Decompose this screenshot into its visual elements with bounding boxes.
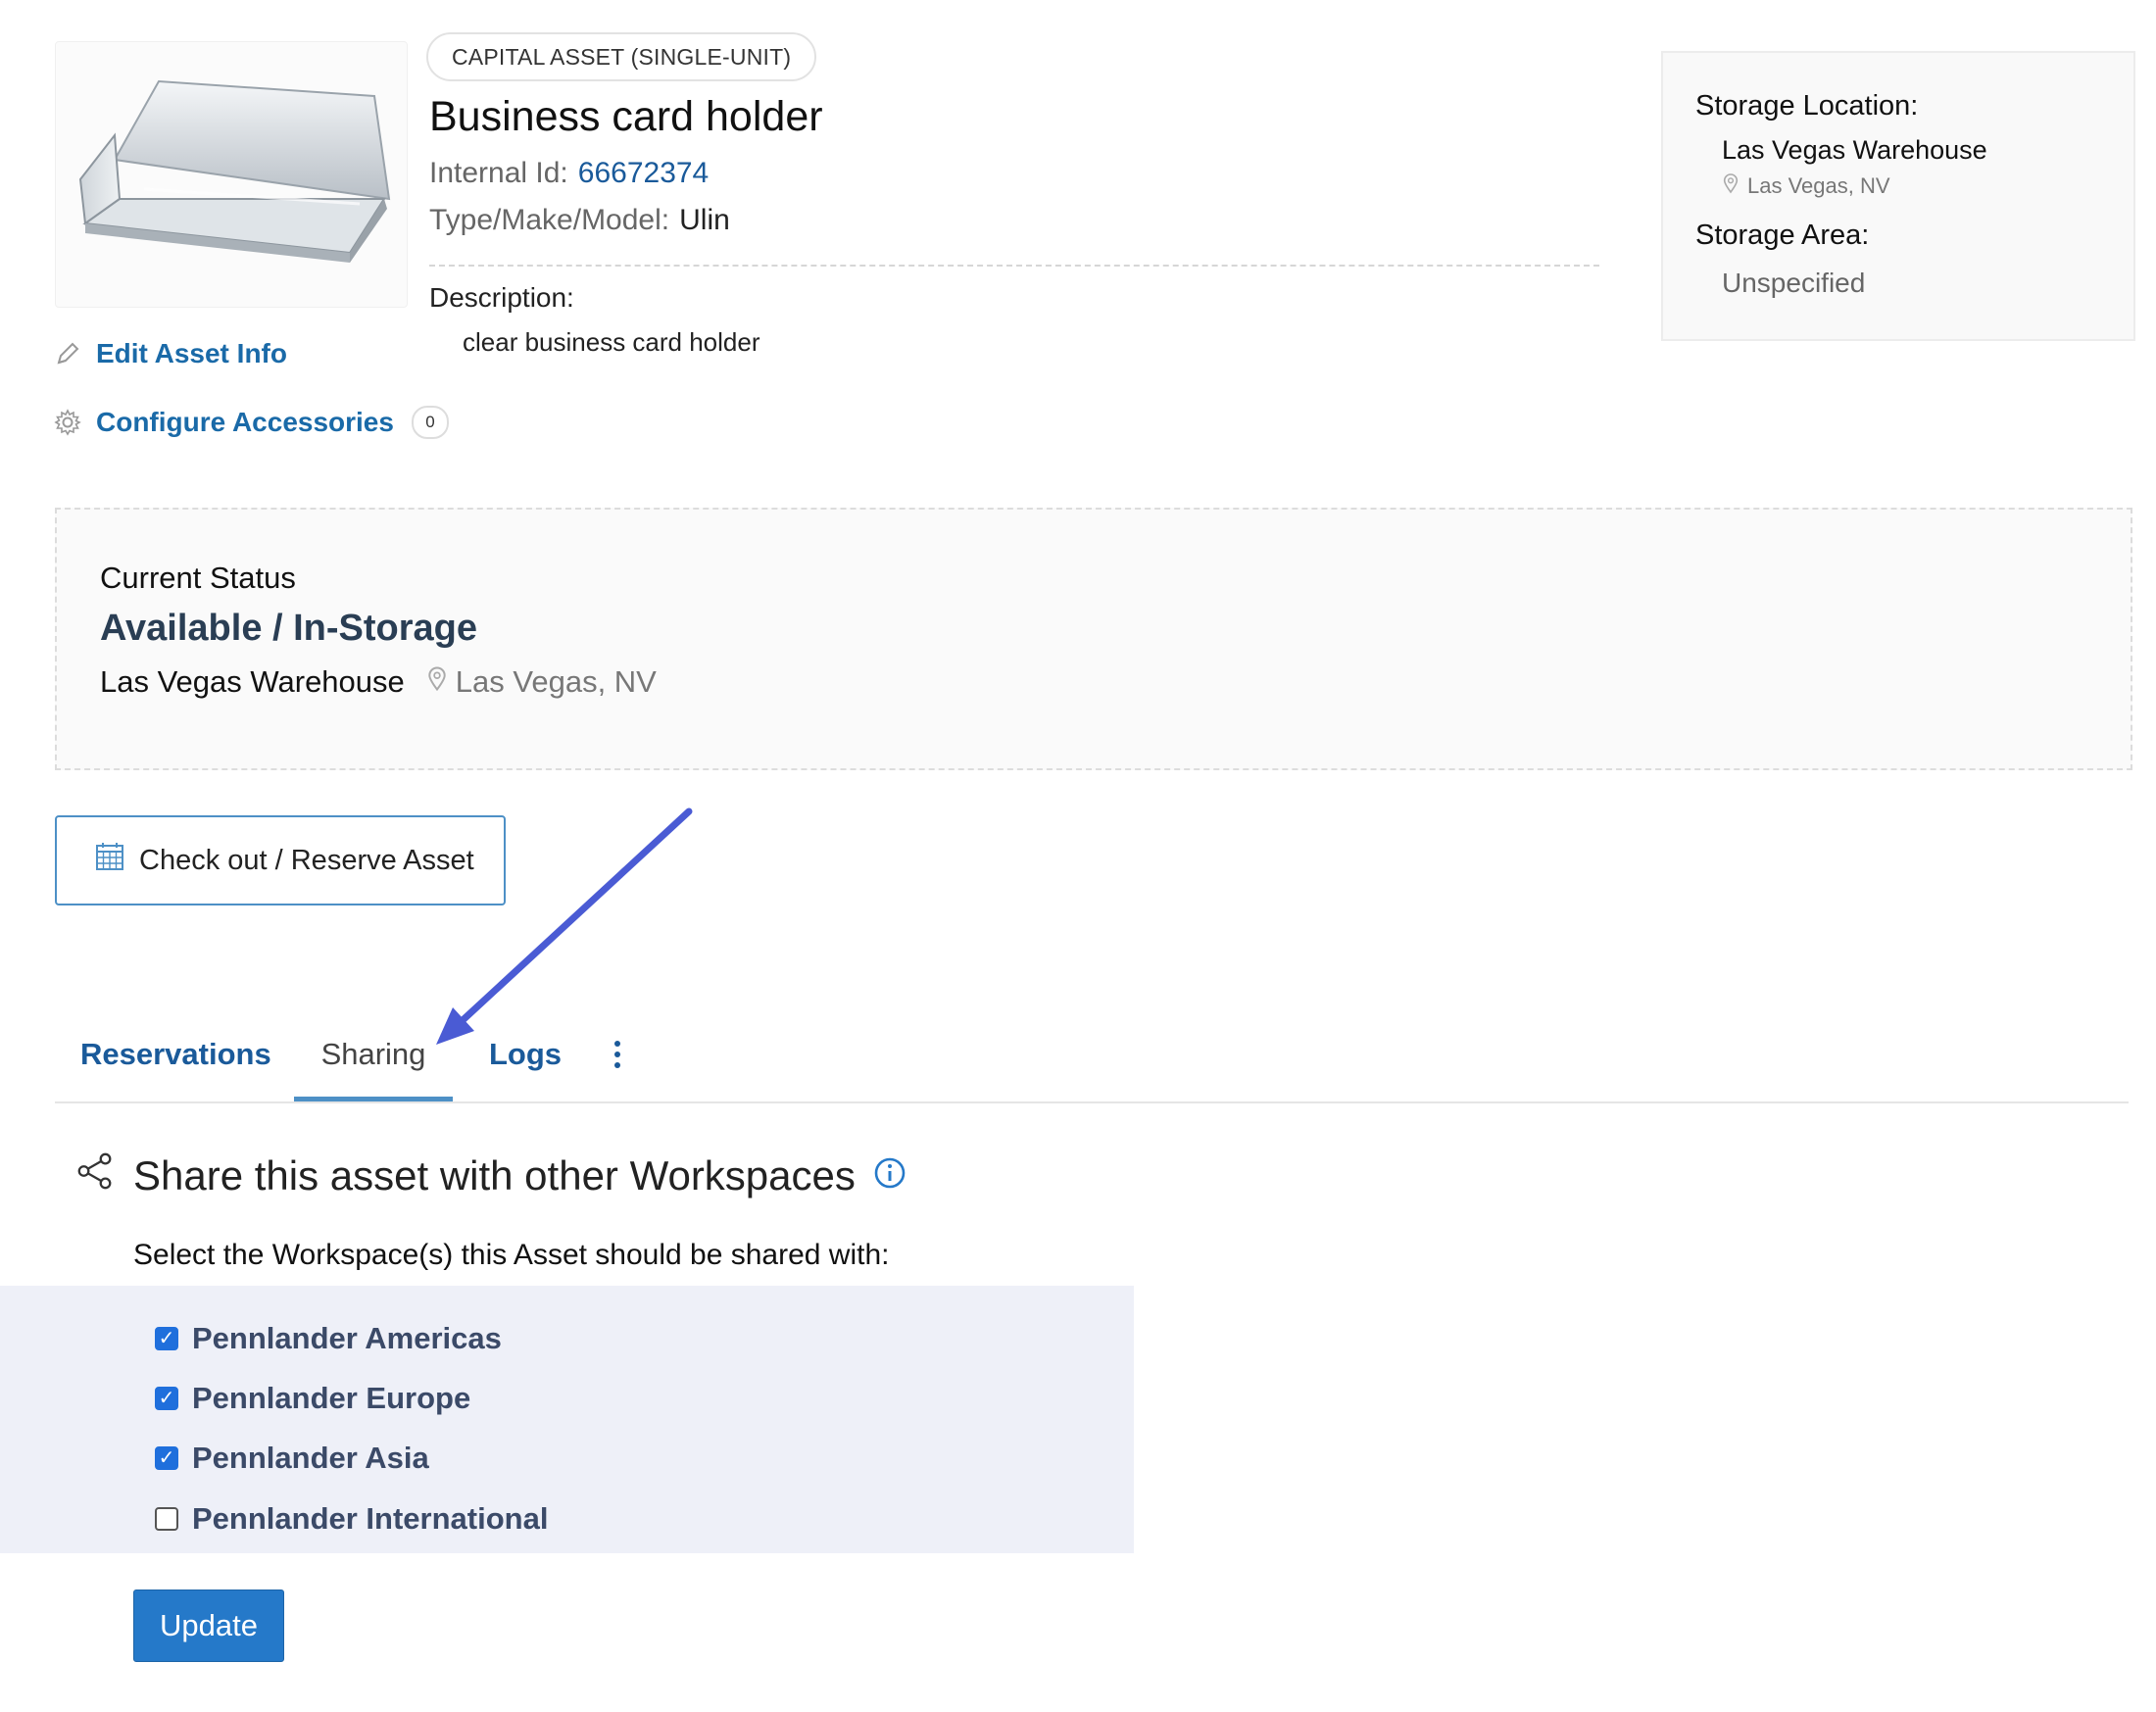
accessories-count-badge: 0 [411,406,449,439]
calendar-icon [94,841,125,880]
storage-city-text: Las Vegas, NV [1747,173,1890,198]
details-divider [429,265,1599,267]
share-title-text: Share this asset with other Workspaces [133,1152,856,1198]
asset-tabs: Reservations Sharing Logs [55,1019,2129,1103]
workspace-checkbox[interactable] [155,1327,178,1350]
asset-type-badge: CAPITAL ASSET (SINGLE-UNIT) [426,32,817,81]
workspace-checkbox[interactable] [155,1446,178,1470]
workspace-checkbox[interactable] [155,1387,178,1410]
checkout-reserve-button[interactable]: Check out / Reserve Asset [55,815,506,905]
storage-location-label: Storage Location: [1695,90,1919,122]
configure-accessories-link[interactable]: Configure Accessories 0 [53,406,449,439]
asset-thumbnail [55,41,408,308]
current-status-value: Available / In-Storage [100,608,478,649]
status-location-name: Las Vegas Warehouse [100,664,405,699]
workspace-list-panel: Pennlander Americas Pennlander Europe Pe… [0,1286,1134,1553]
workspace-option[interactable]: Pennlander Asia [155,1441,429,1476]
storage-area-value: Unspecified [1722,268,1866,298]
info-icon[interactable] [873,1152,906,1199]
share-section-title: Share this asset with other Workspaces [74,1150,906,1201]
workspace-label: Pennlander Europe [192,1381,471,1415]
share-instructions: Select the Workspace(s) this Asset shoul… [133,1239,890,1271]
status-location-city: Las Vegas, NV [426,664,657,700]
workspace-label: Pennlander Americas [192,1321,502,1355]
pencil-icon [53,339,82,368]
internal-id-row: Internal Id: 66672374 [429,157,709,190]
workspace-option[interactable]: Pennlander Europe [155,1381,470,1416]
internal-id-label: Internal Id: [429,157,568,189]
share-icon [74,1150,116,1201]
workspace-option[interactable]: Pennlander Americas [155,1321,502,1356]
update-button[interactable]: Update [133,1590,284,1662]
more-tabs-kebab-icon[interactable] [598,1019,637,1090]
type-make-model-value: Ulin [679,204,730,236]
tab-logs[interactable]: Logs [476,1019,574,1101]
storage-location-name: Las Vegas Warehouse [1722,135,1987,165]
storage-area-label: Storage Area: [1695,220,1870,251]
tab-reservations[interactable]: Reservations [80,1019,271,1101]
internal-id-value: 66672374 [577,157,710,189]
workspace-option[interactable]: Pennlander International [155,1501,548,1537]
edit-asset-info-link[interactable]: Edit Asset Info [53,338,287,369]
storage-location-city: Las Vegas, NV [1722,172,1890,200]
type-make-model-row: Type/Make/Model: Ulin [429,204,730,237]
workspace-label: Pennlander Asia [192,1441,429,1475]
configure-accessories-label: Configure Accessories [96,407,394,437]
current-status-location: Las Vegas Warehouse Las Vegas, NV [100,664,657,700]
workspace-label: Pennlander International [192,1501,549,1536]
status-city-text: Las Vegas, NV [455,664,657,699]
gear-icon [53,408,82,437]
map-pin-icon [1722,172,1740,200]
tab-sharing[interactable]: Sharing [294,1019,453,1101]
description-text: clear business card holder [463,327,760,357]
asset-title: Business card holder [429,93,823,140]
description-label: Description: [429,282,574,313]
workspace-checkbox[interactable] [155,1507,178,1531]
map-pin-icon [426,664,448,700]
checkout-reserve-label: Check out / Reserve Asset [139,844,474,876]
type-make-model-label: Type/Make/Model: [429,204,670,236]
edit-asset-info-label: Edit Asset Info [96,338,287,368]
current-status-label: Current Status [100,561,296,595]
business-card-holder-image [78,79,391,263]
